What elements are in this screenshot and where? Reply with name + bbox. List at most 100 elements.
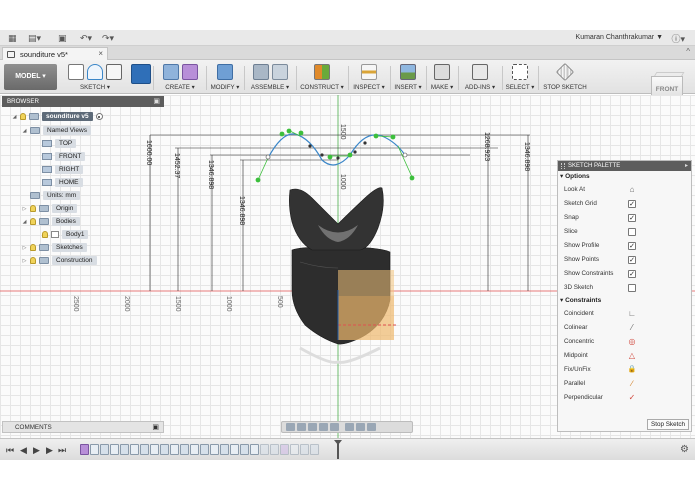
- constraint-perpendicular[interactable]: Perpendicular ✓: [558, 391, 691, 405]
- timeline-feature-extrude[interactable]: [240, 444, 249, 455]
- colinear-icon[interactable]: ⁄: [627, 323, 637, 333]
- dimension-label[interactable]: 1346.898: [207, 160, 214, 189]
- timeline-marker[interactable]: [334, 440, 342, 459]
- timeline-feature-extrude[interactable]: [100, 444, 109, 455]
- timeline-feature-sketch[interactable]: [190, 444, 199, 455]
- toolbar-stop-sketch-quick[interactable]: [130, 62, 152, 94]
- dimension-label[interactable]: 1268.923: [483, 132, 490, 161]
- coincident-icon[interactable]: ∟: [627, 309, 637, 319]
- browser-node-view-right[interactable]: RIGHT: [42, 164, 84, 175]
- timeline-feature-sketch[interactable]: [250, 444, 259, 455]
- app-grid-icon[interactable]: ▦: [8, 33, 17, 43]
- timeline-feature-sketch[interactable]: [130, 444, 139, 455]
- toolbar-group-make[interactable]: MAKE ▾: [427, 62, 457, 94]
- arc-icon[interactable]: [87, 64, 103, 80]
- go-to-end-icon[interactable]: ⏭: [58, 445, 66, 456]
- dimension-label[interactable]: 1346.898: [238, 196, 245, 225]
- 3d-sketch-checkbox[interactable]: [628, 284, 636, 292]
- save-icon[interactable]: ▣: [58, 33, 67, 43]
- visibility-bulb-icon[interactable]: [30, 205, 36, 212]
- timeline-feature-sketch[interactable]: [90, 444, 99, 455]
- toolbar-group-inspect[interactable]: INSPECT ▾: [349, 62, 389, 94]
- toolbar-group-modify[interactable]: MODIFY ▾: [207, 62, 243, 94]
- parallel-icon[interactable]: ∕: [627, 379, 637, 389]
- document-tab[interactable]: sounditure v5* ×: [2, 47, 108, 60]
- sketch-profile-lower[interactable]: [338, 296, 394, 340]
- constraints-section-header[interactable]: ▾ Constraints: [558, 295, 691, 307]
- timeline-feature-suppressed[interactable]: [300, 444, 309, 455]
- look-at-icon[interactable]: [297, 423, 306, 431]
- browser-node-units[interactable]: Units: mm: [30, 190, 81, 201]
- expand-icon[interactable]: ◢: [22, 219, 27, 225]
- option-snap[interactable]: Snap ✓: [558, 211, 691, 225]
- step-forward-icon[interactable]: ▶: [46, 445, 53, 456]
- option-3d-sketch[interactable]: 3D Sketch: [558, 281, 691, 295]
- look-at-icon[interactable]: ⌂: [627, 185, 637, 195]
- insert-image-icon[interactable]: [400, 64, 416, 80]
- timeline-feature-suppressed[interactable]: [260, 444, 269, 455]
- timeline-feature-sketch[interactable]: [210, 444, 219, 455]
- new-component-icon[interactable]: [252, 64, 269, 80]
- zoom-icon[interactable]: [319, 423, 328, 431]
- timeline-feature-suppressed[interactable]: [310, 444, 319, 455]
- user-name-menu[interactable]: Kumaran Chanthrakumar ▼: [576, 34, 663, 41]
- browser-node-view-front[interactable]: FRONT: [42, 151, 86, 162]
- browser-node-body1[interactable]: Body1: [42, 229, 89, 240]
- option-show-points[interactable]: Show Points ✓: [558, 253, 691, 267]
- timeline-feature-extrude[interactable]: [180, 444, 189, 455]
- activate-radio-icon[interactable]: [95, 113, 103, 120]
- perpendicular-icon[interactable]: ✓: [627, 393, 637, 403]
- toolbar-group-select[interactable]: SELECT ▾: [503, 62, 537, 94]
- timeline-feature-extrude[interactable]: [220, 444, 229, 455]
- select-icon[interactable]: [512, 64, 528, 80]
- visibility-bulb-icon[interactable]: [30, 218, 36, 225]
- constraint-concentric[interactable]: Concentric ◎: [558, 335, 691, 349]
- dimension-label[interactable]: 1346.898: [523, 142, 530, 171]
- lock-icon[interactable]: 🔒: [627, 365, 637, 375]
- toolbar-group-construct[interactable]: CONSTRUCT ▾: [297, 62, 347, 94]
- expand-icon[interactable]: ▷: [22, 258, 27, 264]
- form-icon[interactable]: [181, 64, 198, 80]
- toolbar-group-create[interactable]: CREATE ▾: [155, 62, 205, 94]
- orbit-icon[interactable]: [286, 423, 295, 431]
- toolbar-group-insert[interactable]: INSERT ▾: [391, 62, 425, 94]
- drag-grip-icon[interactable]: [561, 163, 565, 169]
- create-sketch-icon[interactable]: [68, 64, 84, 80]
- visibility-bulb-icon[interactable]: [30, 244, 36, 251]
- midpoint-icon[interactable]: △: [627, 351, 637, 361]
- joint-icon[interactable]: [271, 64, 288, 80]
- workspace-switcher-button[interactable]: MODEL ▾: [4, 64, 57, 90]
- timeline-feature-suppressed[interactable]: [290, 444, 299, 455]
- pin-icon[interactable]: ▣: [152, 422, 159, 433]
- snap-checkbox[interactable]: ✓: [628, 214, 636, 222]
- toolbar-group-stop-sketch[interactable]: STOP SKETCH: [539, 62, 591, 94]
- browser-node-bodies[interactable]: ◢ Bodies: [22, 216, 80, 227]
- offset-plane-icon[interactable]: [314, 64, 330, 80]
- constraint-parallel[interactable]: Parallel ∕: [558, 377, 691, 391]
- timeline-feature-sketch[interactable]: [230, 444, 239, 455]
- go-to-start-icon[interactable]: ⏮: [6, 445, 14, 456]
- timeline-feature-form[interactable]: [80, 444, 89, 455]
- timeline-feature-extrude[interactable]: [120, 444, 129, 455]
- constraint-colinear[interactable]: Colinear ⁄: [558, 321, 691, 335]
- timeline-feature-extrude[interactable]: [160, 444, 169, 455]
- collapse-icon[interactable]: ^: [686, 47, 690, 56]
- 3d-print-icon[interactable]: [434, 64, 450, 80]
- pin-icon[interactable]: ▣: [153, 96, 160, 107]
- timeline-feature-extrude[interactable]: [200, 444, 209, 455]
- measure-icon[interactable]: [361, 64, 377, 80]
- fit-icon[interactable]: [330, 423, 339, 431]
- visibility-bulb-icon[interactable]: [30, 257, 36, 264]
- play-icon[interactable]: ▶: [33, 445, 40, 456]
- browser-node-view-home[interactable]: HOME: [42, 177, 83, 188]
- show-constraints-checkbox[interactable]: ✓: [628, 270, 636, 278]
- display-settings-icon[interactable]: [345, 423, 354, 431]
- option-show-profile[interactable]: Show Profile ✓: [558, 239, 691, 253]
- stop-sketch-icon[interactable]: [555, 62, 575, 82]
- grid-settings-icon[interactable]: [356, 423, 365, 431]
- timeline-feature-sketch[interactable]: [170, 444, 179, 455]
- visibility-bulb-icon[interactable]: [20, 113, 26, 120]
- toolbar-group-add-ins[interactable]: ADD-INS ▾: [459, 62, 501, 94]
- expand-icon[interactable]: ◢: [22, 128, 27, 134]
- constraint-midpoint[interactable]: Midpoint △: [558, 349, 691, 363]
